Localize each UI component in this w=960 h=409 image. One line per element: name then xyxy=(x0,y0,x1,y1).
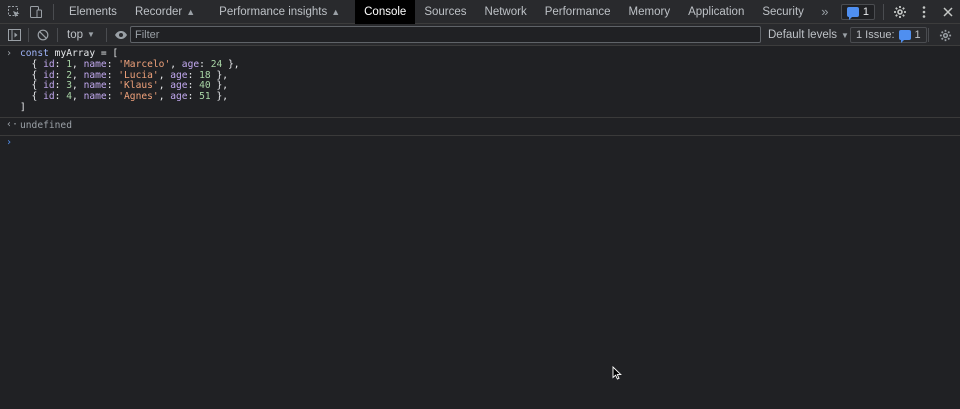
message-count: 1 xyxy=(862,6,869,18)
flask-icon: ▲ xyxy=(186,6,196,17)
tab-label: Security xyxy=(762,5,804,18)
code-line-close: ] xyxy=(20,101,26,113)
tab-memory[interactable]: Memory xyxy=(620,0,680,24)
toolbar-divider xyxy=(28,27,29,42)
issues-label: 1 Issue: xyxy=(856,29,895,41)
toolbar-divider xyxy=(928,28,929,42)
mouse-cursor-icon xyxy=(612,365,622,380)
chevron-right-icon: › xyxy=(6,136,13,148)
console-prompt[interactable]: › xyxy=(0,136,960,152)
tab-label: Console xyxy=(364,5,407,18)
tab-label: Application xyxy=(688,5,745,18)
context-selector[interactable]: top ▼ xyxy=(61,24,103,46)
tab-bar-actions: 1 xyxy=(840,0,960,24)
tab-recorder[interactable]: Recorder ▲ xyxy=(126,0,204,24)
gear-icon[interactable] xyxy=(934,24,956,46)
caret-down-icon: ▼ xyxy=(841,30,849,40)
devtools-tab-bar: Elements Recorder ▲ Performance insights ▲… xyxy=(0,0,960,24)
tab-label: Performance xyxy=(544,5,611,18)
more-options-icon[interactable] xyxy=(912,0,936,24)
tab-bar-divider xyxy=(883,4,884,20)
show-sidebar-icon[interactable] xyxy=(3,24,25,46)
tab-application[interactable]: Application xyxy=(679,0,753,24)
clear-console-icon[interactable] xyxy=(32,24,54,46)
tab-label: Network xyxy=(484,5,527,18)
log-levels-dropdown[interactable]: Default levels ▼ xyxy=(768,24,849,46)
issues-count: 1 xyxy=(914,29,921,41)
tab-console[interactable]: Console xyxy=(355,0,416,24)
message-icon xyxy=(898,30,911,43)
tab-label: Elements xyxy=(69,5,117,18)
tab-label: Memory xyxy=(628,5,671,18)
tab-elements[interactable]: Elements xyxy=(60,0,126,24)
tab-label: Recorder xyxy=(134,5,183,18)
issues-button[interactable]: 1 Issue: 1 xyxy=(850,27,927,43)
filter-input[interactable]: Filter xyxy=(130,26,761,43)
tab-network[interactable]: Network xyxy=(476,0,536,24)
tab-security[interactable]: Security xyxy=(753,0,813,24)
return-arrow-icon: ‹· xyxy=(6,118,19,130)
tab-label: Performance insights xyxy=(219,5,328,18)
console-toolbar: top ▼ Filter Default levels ▼ 1 Issue: 1 xyxy=(0,24,960,46)
filter-placeholder: Filter xyxy=(135,28,160,41)
toolbar-divider xyxy=(57,27,58,42)
tab-sources[interactable]: Sources xyxy=(415,0,475,24)
console-input-entry: › const myArray = [ { id: 1, name: 'Marc… xyxy=(0,47,960,118)
eye-icon[interactable] xyxy=(110,24,132,46)
levels-label: Default levels xyxy=(768,29,838,41)
device-toolbar-icon[interactable] xyxy=(25,0,47,24)
inspect-element-icon[interactable] xyxy=(3,0,25,24)
toolbar-divider xyxy=(105,27,107,42)
tab-label: Sources xyxy=(424,5,467,18)
flask-icon: ▲ xyxy=(331,6,341,17)
chevron-right-icon: › xyxy=(6,48,13,59)
code-line-row: { id: 1, name: 'Marcelo', age: 24 }, xyxy=(20,58,240,70)
console-output[interactable]: › const myArray = [ { id: 1, name: 'Marc… xyxy=(0,47,960,409)
close-icon[interactable] xyxy=(936,0,960,24)
message-icon xyxy=(846,7,859,20)
gear-icon[interactable] xyxy=(888,0,912,24)
tab-performance[interactable]: Performance xyxy=(536,0,620,24)
code-line-row: { id: 4, name: 'Agnes', age: 51 }, xyxy=(20,91,229,103)
tab-performance-insights[interactable]: Performance insights ▲ xyxy=(210,0,349,24)
context-label: top xyxy=(67,28,83,41)
result-value: undefined xyxy=(20,119,72,131)
messages-badge[interactable]: 1 xyxy=(840,4,875,20)
tab-bar-divider xyxy=(53,3,54,20)
caret-down-icon: ▼ xyxy=(87,30,95,39)
chevron-double-right-icon[interactable]: » xyxy=(813,0,837,24)
console-result-entry: ‹· undefined xyxy=(0,118,960,136)
